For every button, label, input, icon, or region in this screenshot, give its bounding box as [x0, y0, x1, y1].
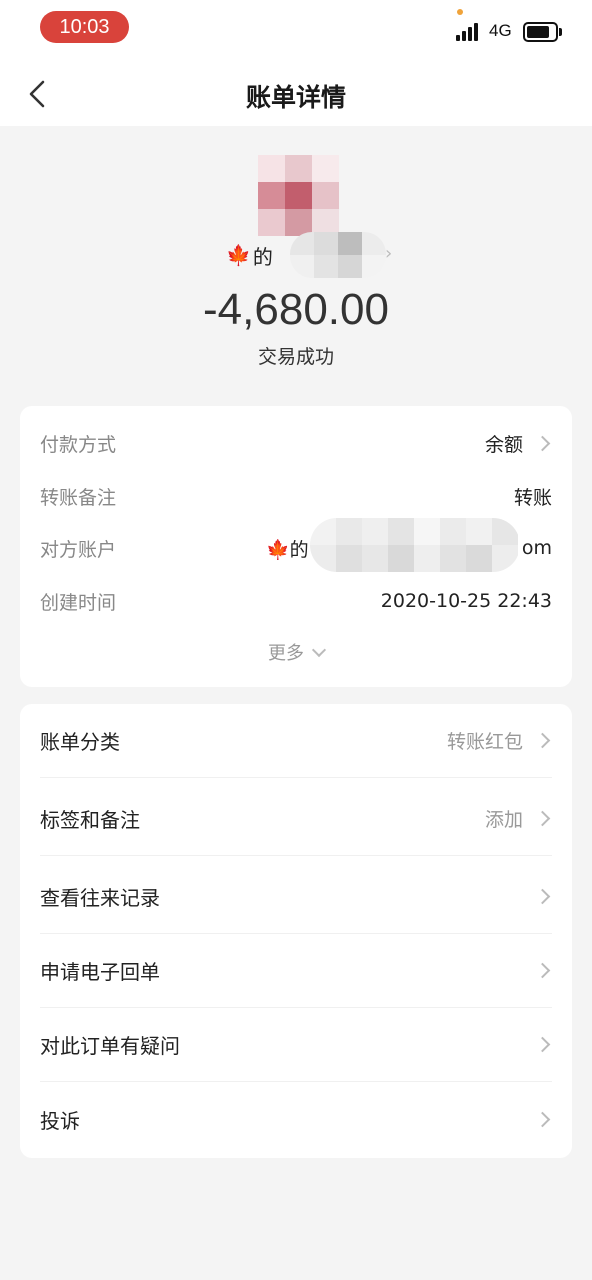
- payee-name[interactable]: 🍁 的: [226, 240, 273, 270]
- detail-label: 转账备注: [40, 486, 117, 509]
- account-prefix: 🍁的: [266, 538, 309, 561]
- detail-row-created-time: 创建时间 2020-10-25 22:43: [40, 586, 552, 616]
- avatar: [258, 155, 340, 237]
- menu-item-label: 查看往来记录: [40, 886, 160, 910]
- chevron-right-icon: [534, 1036, 551, 1053]
- details-card: 付款方式 余额 转账备注 转账 对方账户 🍁的 om 创建时间 2020-10-…: [20, 406, 572, 687]
- chevron-right-icon: [534, 962, 551, 979]
- detail-value: 转账: [513, 486, 552, 509]
- account-suffix: om: [521, 537, 552, 559]
- detail-label: 付款方式: [40, 433, 117, 456]
- menu-item-value: 转账红包: [446, 731, 523, 753]
- battery-tip: [559, 28, 562, 36]
- network-type: 4G: [489, 21, 512, 40]
- menu-item-order-question[interactable]: 对此订单有疑问: [40, 1008, 552, 1082]
- transaction-status: 交易成功: [257, 346, 334, 368]
- nav-bar: 账单详情: [0, 62, 592, 126]
- detail-row-payment-method[interactable]: 付款方式 余额: [40, 428, 552, 458]
- menu-item-value: 添加: [484, 809, 523, 831]
- menu-item-label: 投诉: [40, 1108, 80, 1133]
- menu-item-label: 标签和备注: [40, 808, 140, 832]
- detail-label: 创建时间: [40, 591, 117, 614]
- actions-card: 账单分类 转账红包 标签和备注 添加 查看往来记录 申请电子回单 对此订单有疑问…: [20, 704, 572, 1158]
- account-mosaic: [310, 518, 520, 572]
- menu-item-complaint[interactable]: 投诉: [40, 1082, 552, 1156]
- detail-label: 对方账户: [40, 538, 117, 561]
- status-bar: 10:03 4G: [0, 0, 592, 62]
- detail-value: 余额: [484, 433, 523, 456]
- payee-name-mosaic: [290, 232, 386, 278]
- mic-indicator-dot: [457, 9, 463, 15]
- menu-item-transaction-history[interactable]: 查看往来记录: [40, 860, 552, 934]
- chevron-right-icon: ›: [385, 243, 393, 264]
- battery-icon: [523, 22, 558, 42]
- chevron-right-icon: [534, 810, 551, 827]
- signal-icon: [456, 23, 482, 41]
- menu-item-tags-notes[interactable]: 标签和备注 添加: [40, 782, 552, 856]
- menu-item-e-receipt[interactable]: 申请电子回单: [40, 934, 552, 1008]
- payee-name-prefix: 的: [252, 244, 273, 269]
- menu-item-label: 账单分类: [40, 730, 120, 754]
- more-button[interactable]: 更多: [20, 639, 572, 665]
- chevron-right-icon: [534, 1111, 551, 1127]
- transaction-amount: -4,680.00: [203, 285, 389, 334]
- maple-leaf-icon: 🍁: [226, 243, 251, 267]
- status-time: 10:03: [40, 11, 129, 43]
- menu-item-label: 申请电子回单: [40, 960, 160, 984]
- chevron-right-icon: [534, 435, 551, 451]
- chevron-right-icon: [534, 888, 551, 905]
- chevron-down-icon: [311, 642, 327, 658]
- page-title: 账单详情: [245, 83, 346, 112]
- chevron-right-icon: [534, 732, 551, 749]
- menu-item-label: 对此订单有疑问: [40, 1034, 180, 1058]
- detail-value: 2020-10-25 22:43: [380, 590, 552, 612]
- menu-item-bill-category[interactable]: 账单分类 转账红包: [40, 704, 552, 778]
- detail-row-remark: 转账备注 转账: [40, 481, 552, 511]
- more-label: 更多: [268, 643, 304, 664]
